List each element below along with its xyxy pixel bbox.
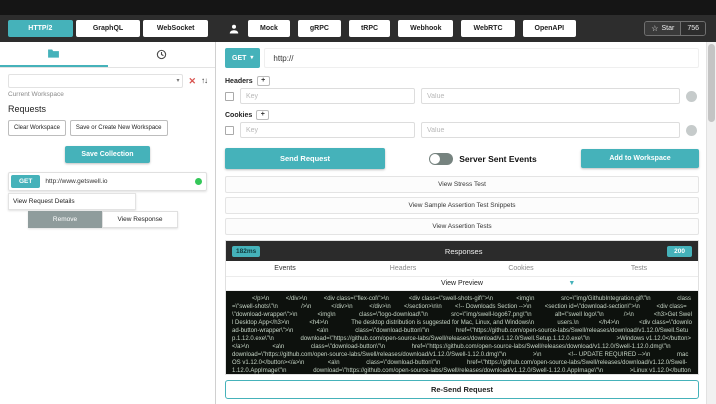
request-url: http://www.getswell.io — [45, 178, 108, 185]
request-status-dot — [195, 178, 202, 185]
view-assertion-tests-button[interactable]: View Assertion Tests — [225, 218, 699, 235]
header-checkbox[interactable] — [225, 91, 234, 101]
chevron-down-icon: ▼ — [568, 280, 576, 287]
api-tab[interactable]: OpenAPI — [522, 20, 577, 37]
save-workspace-button[interactable]: Save or Create New Workspace — [69, 120, 168, 136]
sse-label: Server Sent Events — [459, 153, 537, 164]
url-composer-row: GET ▾ — [225, 47, 699, 69]
scrollbar-thumb[interactable] — [708, 44, 715, 122]
folder-icon — [47, 48, 60, 59]
sse-toggle-group: Server Sent Events — [429, 152, 537, 165]
cookie-key-input[interactable] — [240, 122, 415, 138]
protocol-tab[interactable]: WebSocket — [143, 20, 209, 37]
remove-request-button[interactable]: Remove — [28, 211, 102, 228]
cookie-input-row — [225, 122, 697, 138]
method-dropdown[interactable]: GET ▾ — [225, 48, 261, 68]
sort-icon[interactable]: ↑↓ — [201, 77, 208, 85]
header-value-input[interactable] — [421, 88, 680, 104]
response-panel: 182ms Responses 200 Events Headers Cookies… — [225, 240, 699, 375]
request-actions: Remove View Response — [28, 211, 178, 228]
request-method-badge: GET — [11, 175, 41, 188]
protocol-tabs: HTTP/2 GraphQL WebSocket — [0, 20, 216, 37]
view-preview-label: View Preview — [441, 280, 483, 287]
clock-icon — [156, 49, 167, 60]
response-header: 182ms Responses 200 — [226, 241, 698, 261]
response-tab[interactable]: Cookies — [462, 261, 580, 276]
subnav-workspaces-tab[interactable] — [0, 42, 108, 67]
requests-heading: Requests — [8, 104, 47, 114]
api-tab[interactable]: WebRTC — [461, 20, 515, 37]
method-label: GET — [232, 54, 247, 62]
send-request-button[interactable]: Send Request — [225, 148, 385, 169]
resend-request-button[interactable]: Re-Send Request — [225, 380, 699, 399]
protocol-tab[interactable]: GraphQL — [75, 20, 141, 37]
app-window: HTTP/2 GraphQL WebSocket Mock gRPC tRPC Webho… — [0, 0, 716, 404]
chevron-down-icon: ▾ — [176, 78, 180, 84]
response-tab[interactable]: Events — [226, 261, 344, 276]
header-row-action-circle[interactable] — [686, 90, 697, 102]
api-tab[interactable]: tRPC — [348, 20, 391, 37]
api-tab[interactable]: gRPC — [297, 20, 341, 37]
header-input-row — [225, 88, 697, 104]
github-star-widget[interactable]: ☆ Star 756 — [644, 21, 706, 36]
response-body-text: download=\"https://github.com/open-sourc… — [313, 368, 691, 374]
url-input[interactable] — [264, 48, 699, 68]
star-label: Star — [661, 25, 675, 32]
latency-badge: 182ms — [232, 245, 261, 257]
star-count[interactable]: 756 — [680, 22, 705, 35]
request-list-item[interactable]: GET http://www.getswell.io — [8, 172, 207, 191]
user-icon — [228, 23, 240, 35]
header-key-input[interactable] — [240, 88, 415, 104]
star-icon: ☆ — [651, 23, 659, 33]
api-tabs: Mock gRPC tRPC Webhook WebRTC OpenAPI — [248, 20, 577, 37]
sse-toggle[interactable] — [429, 152, 454, 165]
view-response-button[interactable]: View Response — [102, 211, 178, 228]
api-tab[interactable]: Webhook — [398, 20, 454, 37]
view-snippets-button[interactable]: View Sample Assertion Test Snippets — [225, 197, 699, 214]
api-type-bar: Mock gRPC tRPC Webhook WebRTC OpenAPI ☆ Star … — [216, 20, 716, 37]
save-collection-button[interactable]: Save Collection — [65, 146, 150, 163]
view-preview-button[interactable]: View Preview ▼ — [226, 277, 698, 291]
response-tabs: Events Headers Cookies Tests — [226, 261, 698, 277]
cookie-checkbox[interactable] — [225, 125, 234, 135]
add-to-workspace-button[interactable]: Add to Workspace — [580, 149, 699, 168]
response-tab[interactable]: Tests — [580, 261, 698, 276]
add-cookie-button[interactable]: + — [256, 110, 270, 120]
clear-selection-icon[interactable]: ✕ — [188, 76, 196, 86]
workspace-select-row: ▾ ✕ ↑↓ — [0, 68, 215, 88]
add-header-button[interactable]: + — [256, 76, 270, 86]
chevron-down-icon: ▾ — [250, 55, 254, 61]
request-composer-panel: GET ▾ Headers + Cookies + — [216, 42, 706, 404]
headers-section-label: Headers + — [225, 76, 699, 86]
api-tab[interactable]: Mock — [248, 20, 290, 37]
sse-toggle-knob — [430, 153, 441, 164]
view-stress-test-button[interactable]: View Stress Test — [225, 176, 699, 193]
view-request-details-button[interactable]: View Request Details — [8, 193, 136, 210]
response-body-text: class=\"download-button\"\n href=\"https… — [284, 344, 671, 350]
cookies-section-label: Cookies + — [225, 110, 699, 120]
composer-action-row: Send Request Server Sent Events Add to W… — [225, 148, 699, 169]
cookie-row-action-circle[interactable] — [686, 124, 697, 136]
current-workspace-label: Current Workspace — [8, 91, 64, 98]
response-body-viewer[interactable]: </p>\n </div>\n <div class=\"flex-col\">… — [226, 291, 698, 374]
main-content: ▾ ✕ ↑↓ Current Workspace Requests Clear … — [0, 42, 716, 404]
protocol-tab[interactable]: HTTP/2 — [8, 20, 73, 37]
window-titlebar — [0, 0, 716, 15]
workspace-sidebar: ▾ ✕ ↑↓ Current Workspace Requests Clear … — [0, 42, 216, 404]
sidebar-subnav — [0, 42, 215, 68]
cookie-value-input[interactable] — [421, 122, 680, 138]
workspace-select[interactable]: ▾ — [8, 74, 184, 88]
vertical-scrollbar[interactable] — [706, 42, 716, 404]
status-code-badge: 200 — [667, 245, 692, 257]
clear-workspace-button[interactable]: Clear Workspace — [8, 120, 66, 136]
cookies-label: Cookies — [225, 111, 253, 119]
top-tab-bar: HTTP/2 GraphQL WebSocket Mock gRPC tRPC Webho… — [0, 15, 716, 42]
workspace-buttons: Clear Workspace Save or Create New Works… — [0, 117, 215, 139]
response-tab[interactable]: Headers — [344, 261, 462, 276]
subnav-history-tab[interactable] — [108, 42, 216, 67]
github-star-button[interactable]: ☆ Star — [645, 22, 681, 35]
headers-label: Headers — [225, 77, 253, 85]
responses-title: Responses — [444, 246, 483, 256]
